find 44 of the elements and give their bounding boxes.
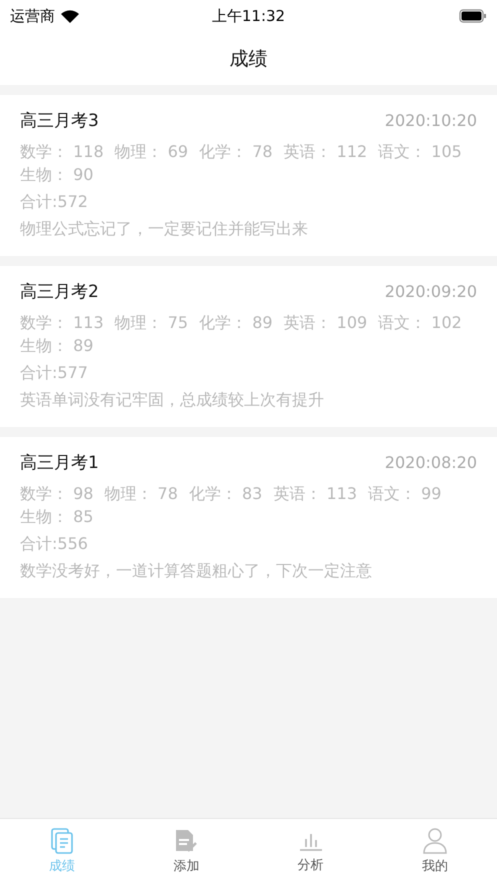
total-text: 合计:577 [20,363,89,384]
score-text: 语文： 102 [378,313,462,334]
battery-icon [459,9,487,23]
exam-name: 高三月考2 [20,281,99,303]
score-text: 数学： 98 [20,484,94,505]
exam-date: 2020:09:20 [384,282,477,301]
exam-date: 2020:10:20 [384,111,477,130]
score-text: 英语： 109 [284,313,368,334]
exam-name: 高三月考3 [20,110,99,132]
score-text: 语文： 105 [378,142,462,163]
score-text: 生物： 89 [20,336,94,357]
page-title: 成绩 [230,46,268,72]
score-text: 物理： 75 [114,313,188,334]
wifi-icon [61,10,79,22]
carrier-name: 运营商 [10,6,55,26]
score-text: 生物： 85 [20,507,94,528]
note-text: 数学没考好，一道计算答题粗心了，下次一定注意 [20,561,373,582]
score-text: 数学： 113 [20,313,104,334]
tab-button[interactable]: 我的 [372,819,497,883]
note-text: 英语单词没有记牢固，总成绩较上次有提升 [20,390,325,411]
user-icon [422,828,447,854]
score-text: 数学： 118 [20,142,104,163]
score-text: 化学： 78 [199,142,273,163]
exam-card[interactable]: 高三月考3 2020:10:20 数学： 118 物理： 69 化学： 78 英语： 112 语文： 105 生物： 90 合计:572 物理公式忘记了，一定要记住并能写出来 [0,95,497,256]
clock-time: 上午11:32 [212,6,286,26]
exam-date: 2020:08:20 [384,453,477,472]
note-text: 物理公式忘记了，一定要记住并能写出来 [20,219,309,240]
exam-card[interactable]: 高三月考2 2020:09:20 数学： 113 物理： 75 化学： 89 英语： 109 语文： 102 生物： 89 合计:577 英语单词没有记牢固，总成绩较上次有提升 [0,266,497,427]
score-text: 英语： 112 [284,142,368,163]
exam-card[interactable]: 高三月考1 2020:08:20 数学： 98 物理： 78 化学： 83 英语： 113 语文： 99 生物： 85 合计:556 数学没考好，一道计算答题粗心了，下次一定注意 [0,437,497,598]
score-text: 化学： 89 [199,313,273,334]
documents-icon [51,828,74,854]
score-text: 语文： 99 [368,484,442,505]
total-text: 合计:572 [20,192,89,213]
score-text: 英语： 113 [273,484,357,505]
score-text: 物理： 69 [114,142,188,163]
tab-button[interactable]: 添加 [124,819,248,883]
exam-name: 高三月考1 [20,452,99,474]
tab-button[interactable]: 分析 [248,819,373,883]
edit-document-icon [173,828,200,854]
total-text: 合计:556 [20,534,89,555]
score-text: 物理： 78 [104,484,178,505]
score-text: 生物： 90 [20,165,94,186]
score-text: 化学： 83 [188,484,262,505]
